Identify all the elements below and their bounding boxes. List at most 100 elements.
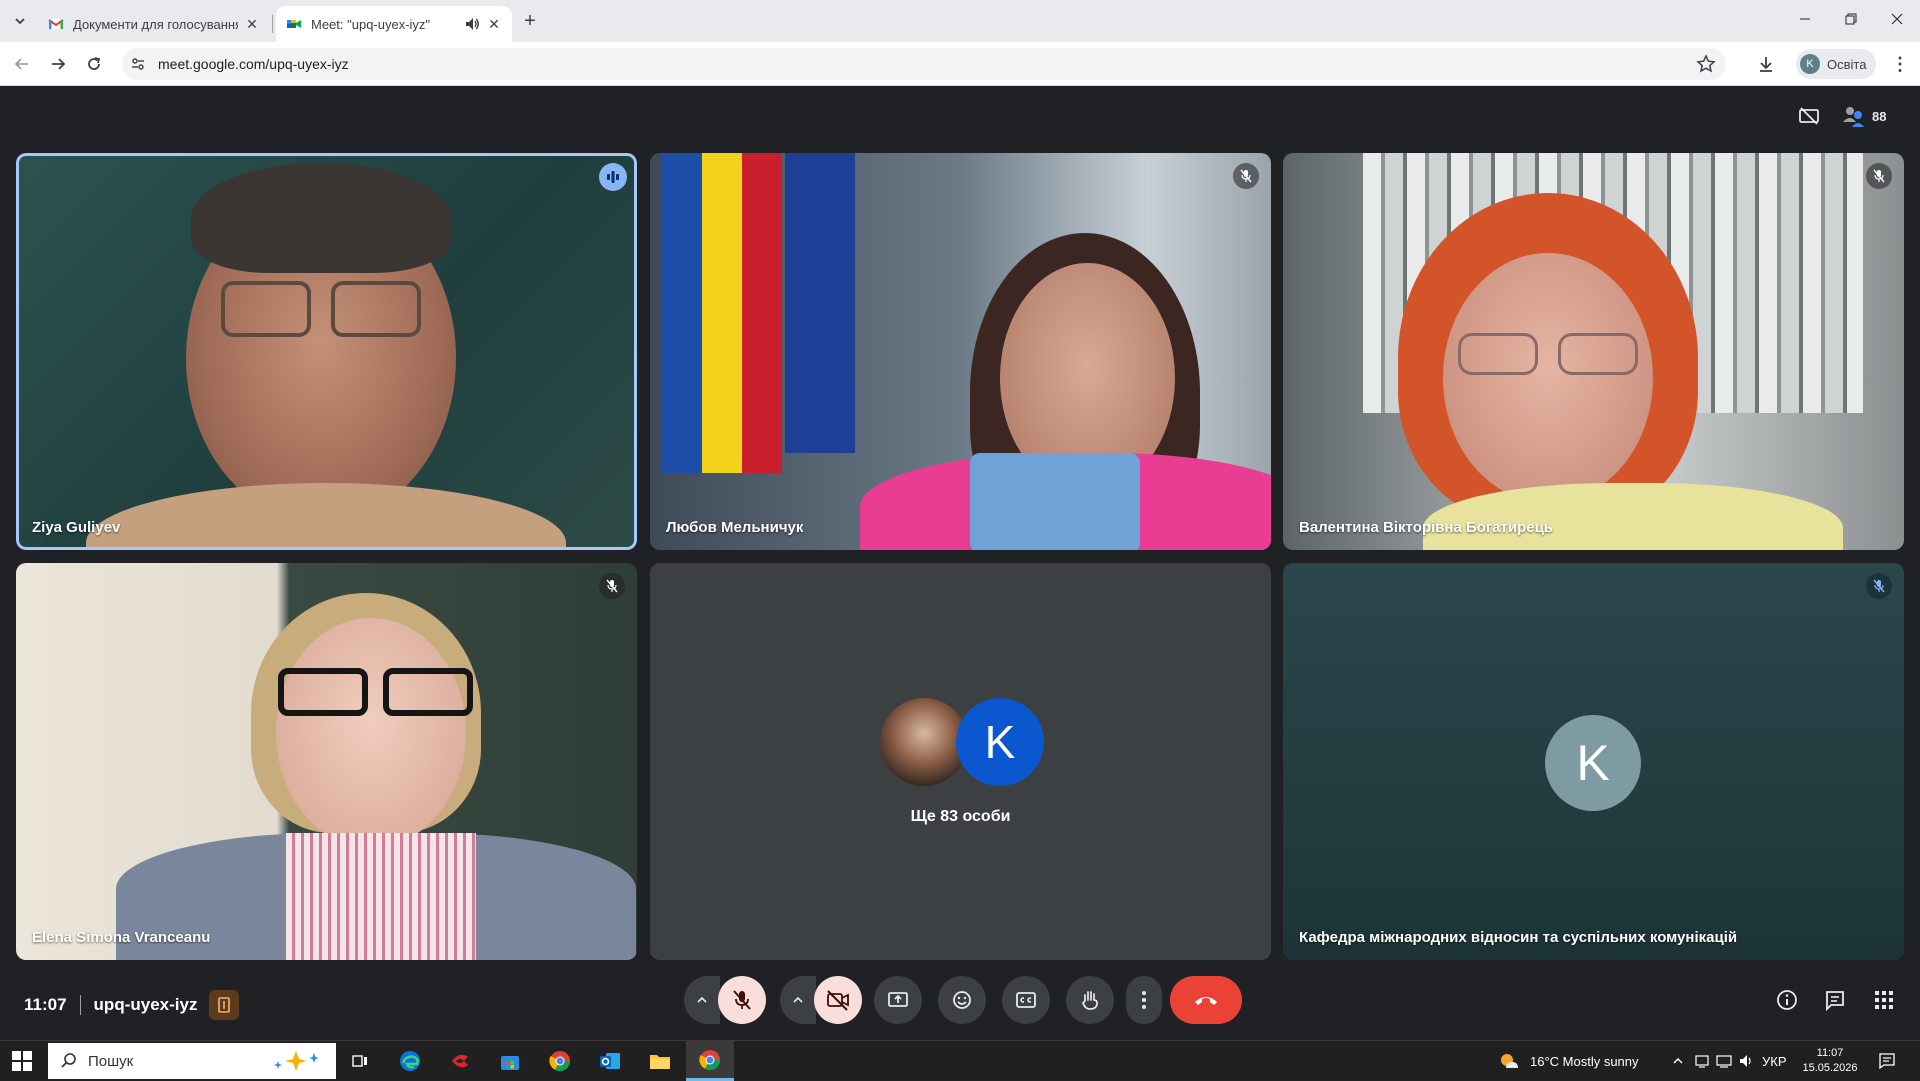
minimize-icon[interactable]: [1782, 0, 1828, 38]
download-icon[interactable]: [1752, 50, 1780, 78]
present-icon: [888, 992, 908, 1007]
chevron-up-icon: [697, 996, 707, 1003]
participant-name: Ziya Guliyev: [32, 519, 121, 536]
weather-widget[interactable]: 16°C Mostly sunny: [1498, 1041, 1639, 1081]
microsoft-store-icon[interactable]: [486, 1041, 534, 1081]
flag-red-shape: [742, 153, 782, 473]
leave-call-button[interactable]: [1170, 976, 1242, 1024]
participant-avatar: K: [956, 698, 1044, 786]
tab-divider: [272, 15, 273, 33]
hand-icon: [1082, 991, 1098, 1010]
browser-toolbar: meet.google.com/upq-uyex-iyz K Освіта ⋮: [0, 42, 1920, 86]
windows-start-icon[interactable]: [12, 1051, 32, 1071]
profile-button[interactable]: K Освіта: [1796, 49, 1877, 79]
glasses-shape: [278, 668, 478, 718]
gmail-icon: [48, 19, 64, 29]
more-vert-icon: [1142, 991, 1146, 1009]
more-participants-label: Ще 83 особи: [910, 808, 1011, 825]
mic-off-icon: [733, 990, 751, 1010]
close-tab-icon[interactable]: ✕: [244, 16, 260, 32]
speaking-indicator-icon: [599, 163, 627, 191]
language-text: УКР: [1762, 1053, 1787, 1069]
hair-shape: [191, 163, 451, 273]
address-bar[interactable]: meet.google.com/upq-uyex-iyz: [122, 48, 1726, 80]
participant-name: Elena Simona Vranceanu: [32, 929, 211, 946]
chrome-active-icon[interactable]: [686, 1041, 734, 1081]
app-red-icon[interactable]: [436, 1041, 484, 1081]
chevron-up-icon: [793, 996, 803, 1003]
participant-video: [1443, 253, 1653, 503]
bookmark-star-icon[interactable]: [1696, 54, 1716, 74]
participant-tile[interactable]: K Кафедра міжнародних відносин та суспіл…: [1283, 563, 1904, 960]
info-icon: [1777, 990, 1797, 1010]
more-participants-tile[interactable]: K Ще 83 особи: [650, 563, 1271, 960]
participant-tile[interactable]: Валентина Вікторівна Богатирець: [1283, 153, 1904, 550]
more-options-button[interactable]: [1126, 976, 1162, 1024]
task-view-icon[interactable]: [336, 1041, 384, 1081]
tab-meet[interactable]: Meet: "upq-uyex-iyz" ✕: [276, 6, 512, 42]
profile-avatar: K: [1800, 54, 1820, 74]
mic-toggle-button[interactable]: [718, 976, 766, 1024]
weather-text: 16°C Mostly sunny: [1530, 1053, 1639, 1069]
windows-taskbar: Пошук 16°C Mostly sunny УКР 11:07 15.05.…: [0, 1040, 1920, 1081]
forward-arrow-icon[interactable]: [42, 48, 74, 80]
present-screen-button[interactable]: [874, 976, 922, 1024]
meeting-details: 11:07 upq-uyex-iyz: [24, 990, 240, 1020]
notification-icon[interactable]: [1878, 1041, 1896, 1081]
edge-icon[interactable]: [386, 1041, 434, 1081]
separator: [79, 995, 81, 1015]
tray-chevron-icon[interactable]: [1672, 1041, 1684, 1081]
onedrive-icon[interactable]: [1694, 1041, 1710, 1081]
outlook-icon[interactable]: [586, 1041, 634, 1081]
camera-toggle-button[interactable]: [814, 976, 862, 1024]
language-indicator[interactable]: УКР: [1762, 1041, 1787, 1081]
browser-menu-icon[interactable]: ⋮: [1886, 50, 1914, 78]
reload-icon[interactable]: [78, 48, 110, 80]
volume-icon[interactable]: [1738, 1041, 1754, 1081]
flag-eu-shape: [785, 153, 855, 453]
tab-search-dropdown-icon[interactable]: [8, 9, 32, 33]
participant-tile[interactable]: Любов Мельничук: [650, 153, 1271, 550]
close-window-icon[interactable]: [1874, 0, 1920, 38]
url-text: meet.google.com/upq-uyex-iyz: [158, 56, 349, 72]
mic-off-icon: [1233, 163, 1259, 189]
captions-button[interactable]: [1002, 976, 1050, 1024]
participant-tile[interactable]: Elena Simona Vranceanu: [16, 563, 637, 960]
meeting-info-button[interactable]: [1769, 982, 1805, 1018]
participant-tile[interactable]: Ziya Guliyev: [16, 153, 637, 550]
system-clock[interactable]: 11:07 15.05.2026: [1795, 1046, 1865, 1076]
mic-off-icon: [1866, 573, 1892, 599]
scarf-shape: [970, 453, 1140, 550]
shirt-shape: [286, 833, 476, 960]
chrome-icon[interactable]: [536, 1041, 584, 1081]
hide-tiles-icon[interactable]: [1798, 105, 1820, 127]
tab-gmail[interactable]: Документи для голосування - ✕: [38, 6, 270, 42]
search-icon: [61, 1053, 76, 1068]
site-info-icon[interactable]: [130, 56, 146, 72]
chat-button[interactable]: [1817, 982, 1853, 1018]
tab-title: Документи для голосування -: [73, 16, 238, 32]
network-icon[interactable]: [1716, 1041, 1732, 1081]
restore-icon[interactable]: [1828, 0, 1874, 38]
taskbar-search-input[interactable]: Пошук: [48, 1043, 336, 1079]
activities-button[interactable]: [1866, 982, 1902, 1018]
reactions-button[interactable]: [938, 976, 986, 1024]
raise-hand-button[interactable]: [1066, 976, 1114, 1024]
speaker-icon[interactable]: [464, 16, 480, 32]
camera-off-icon: [827, 990, 849, 1011]
host-controls-icon[interactable]: [209, 990, 240, 1020]
participants-button[interactable]: 88: [1842, 105, 1886, 127]
tab-title: Meet: "upq-uyex-iyz": [311, 16, 431, 32]
file-explorer-icon[interactable]: [636, 1041, 684, 1081]
new-tab-button[interactable]: +: [518, 9, 542, 33]
glasses-shape: [221, 281, 421, 341]
emoji-icon: [953, 991, 971, 1009]
back-arrow-icon[interactable]: [6, 48, 38, 80]
close-tab-icon[interactable]: ✕: [486, 16, 502, 32]
participant-name: Любов Мельничук: [666, 519, 804, 536]
participant-name: Кафедра міжнародних відносин та суспільн…: [1299, 929, 1738, 946]
mic-off-icon: [599, 573, 625, 599]
participant-name: Валентина Вікторівна Богатирець: [1299, 519, 1554, 536]
meeting-code: upq-uyex-iyz: [93, 995, 198, 1014]
browser-tab-bar: Документи для голосування - ✕ Meet: "upq…: [0, 0, 1920, 42]
